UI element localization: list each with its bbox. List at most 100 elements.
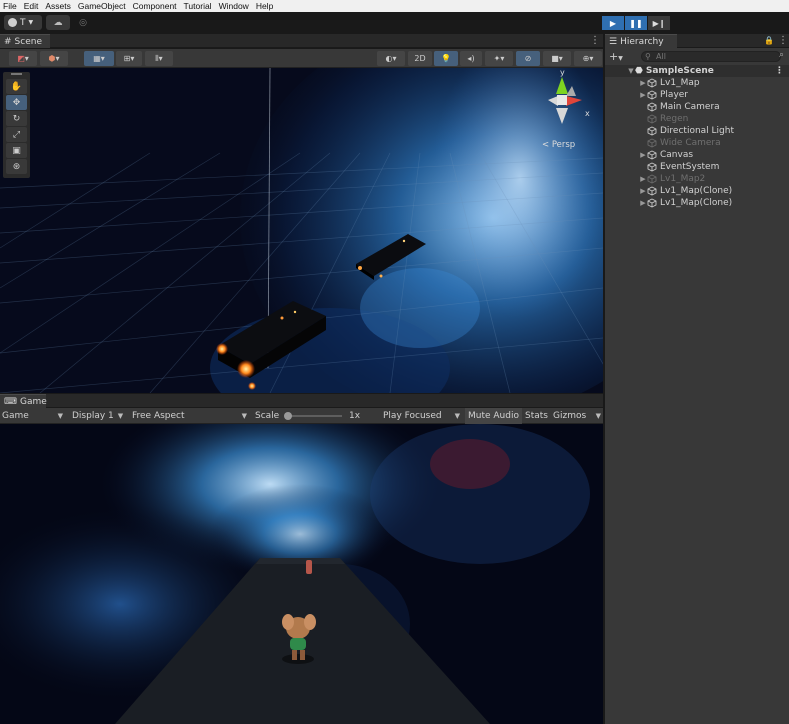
scene-viewport[interactable]: ✋ ✥ ↻ ⤢ ▣ ⊛ y x < Persp [0,68,603,393]
persp-label[interactable]: < Persp [542,140,575,150]
hierarchy-item[interactable]: Main Camera [605,101,789,113]
view-select[interactable]: Game ▼ [2,408,66,424]
tab-hierarchy[interactable]: ☰ Hierarchy [605,34,677,48]
chevron-down-icon: ▼ [454,412,460,420]
transform-tool-button[interactable]: ⊛ [6,159,27,174]
account-dropdown[interactable]: T ▼ [4,15,42,30]
hierarchy-item[interactable]: ▶ Player [605,89,789,101]
gameobject-cube-icon [647,162,657,172]
display-select[interactable]: Display 1 ▼ [72,408,128,424]
hierarchy-item[interactable]: ▶ Lv1_Map(Clone) [605,185,789,197]
search-filter-icon[interactable]: ⌕ [779,50,784,60]
menu-assets[interactable]: Assets [42,0,75,12]
shading-dropdown[interactable]: ◐ ▾ [377,51,405,66]
game-toolbar: Game ▼ Display 1 ▼ Free Aspect ▼ Scale 1… [0,408,603,424]
hierarchy-item[interactable]: ▶ Lv1_Map2 [605,173,789,185]
menu-edit[interactable]: Edit [21,0,43,12]
hierarchy-search-input[interactable]: ⚲ All [641,51,781,62]
move-tool-button[interactable]: ✥ [6,95,27,110]
effects-dropdown[interactable]: ✦ ▾ [485,51,513,66]
gizmos-dropdown[interactable]: ⊕ ▾ [574,51,602,66]
play-focused-select[interactable]: Play Focused ▼ [383,408,462,424]
align-dropdown[interactable]: ⫴ ▾ [145,51,173,66]
visibility-toggle[interactable]: ⊘ [516,51,540,66]
fold-closed-icon[interactable]: ▶ [639,175,647,183]
game-viewport[interactable] [0,424,603,724]
stats-button[interactable]: Stats [525,408,548,424]
draw-mode-dropdown[interactable]: ◩ ▾ [9,51,37,66]
move-arrows-icon: ✥ [12,97,21,108]
gameobject-cube-icon [647,78,657,88]
chevron-down-icon: ▼ [618,55,623,62]
palette-grip-icon[interactable] [11,73,22,75]
hierarchy-item-label: Wide Camera [660,138,721,148]
display-select-value: Display 1 [72,411,114,421]
play-icon: ▶ [609,18,617,28]
pause-button[interactable]: ❚❚ [625,16,647,30]
snap-icon: ⊞ [123,54,131,63]
gameobject-cube-icon [647,186,657,196]
toggle-2d-button[interactable]: 2D [408,51,432,66]
tab-scene[interactable]: # Scene [0,34,50,48]
lock-icon[interactable]: 🔒 [764,36,774,45]
camera-dropdown[interactable]: ■ ▾ [543,51,571,66]
hierarchy-header: ☰ Hierarchy 🔒 ⋮ [605,34,789,48]
add-object-button[interactable]: +▼ [609,50,623,63]
scale-value: 1x [349,411,361,421]
tab-hierarchy-label: Hierarchy [620,36,664,47]
cube-icon: ⬢ [48,54,56,63]
scene-menu-icon[interactable]: ⋮ [590,35,600,46]
scale-slider-thumb[interactable] [284,412,292,420]
fold-closed-icon[interactable]: ▶ [639,187,647,195]
menu-gameobject[interactable]: GameObject [75,0,130,12]
lighting-toggle[interactable]: 💡 [434,51,458,66]
tab-game[interactable]: ⌨ Game [0,394,47,408]
menu-window[interactable]: Window [216,0,253,12]
shading-icon: ◐ [385,54,393,63]
menu-component[interactable]: Component [130,0,181,12]
scene-menu-icon[interactable]: ⋮ [775,66,784,76]
mute-audio-button[interactable]: Mute Audio [465,408,522,424]
tab-game-label: Game [20,396,47,407]
gamepad-icon: ⌨ [4,396,17,407]
hierarchy-scene-row[interactable]: ▼ ⬣ SampleScene ⋮ [605,65,789,77]
chevron-down-icon: ▼ [28,19,34,26]
rect-tool-button[interactable]: ▣ [6,143,27,158]
toggle-2d-label: 2D [414,54,426,63]
gizmos-select[interactable]: Gizmos ▼ [553,408,601,424]
hierarchy-item[interactable]: ▶ Canvas [605,149,789,161]
scene-render [0,68,603,393]
hierarchy-item[interactable]: ▶ Lv1_Map [605,77,789,89]
increment-snap-dropdown[interactable]: ⊞ ▾ [116,51,142,66]
step-button[interactable]: ▶❙ [648,16,670,30]
hierarchy-item[interactable]: ▶ Lv1_Map(Clone) [605,197,789,209]
menu-tutorial[interactable]: Tutorial [181,0,216,12]
cloud-button[interactable]: ☁ [46,15,70,30]
fold-closed-icon[interactable]: ▶ [639,199,647,207]
hierarchy-menu-icon[interactable]: ⋮ [778,35,788,46]
aspect-select-value: Free Aspect [132,411,185,421]
grid-snap-dropdown[interactable]: ▦ ▾ [84,51,114,66]
menu-help[interactable]: Help [253,0,277,12]
play-button[interactable]: ▶ [602,16,624,30]
fold-closed-icon[interactable]: ▶ [639,91,647,99]
menu-file[interactable]: File [0,0,21,12]
hand-tool-button[interactable]: ✋ [6,79,27,94]
scale-tool-button[interactable]: ⤢ [6,127,27,142]
audio-toggle[interactable]: ◂) [460,51,482,66]
render-mode-dropdown[interactable]: ⬢ ▾ [40,51,68,66]
hierarchy-item[interactable]: Wide Camera [605,137,789,149]
aspect-select[interactable]: Free Aspect ▼ [132,408,250,424]
account-icon [8,18,17,27]
rotate-tool-button[interactable]: ↻ [6,111,27,126]
fold-closed-icon[interactable]: ▶ [639,79,647,87]
scale-slider[interactable] [284,408,344,424]
chevron-down-icon: ▼ [57,412,63,420]
hierarchy-item[interactable]: EventSystem [605,161,789,173]
collab-button[interactable]: ◎ [74,15,92,30]
fold-closed-icon[interactable]: ▶ [639,151,647,159]
hierarchy-item[interactable]: Regen [605,113,789,125]
collab-icon: ◎ [79,17,87,28]
rect-icon: ▣ [12,145,21,156]
hierarchy-item[interactable]: Directional Light [605,125,789,137]
